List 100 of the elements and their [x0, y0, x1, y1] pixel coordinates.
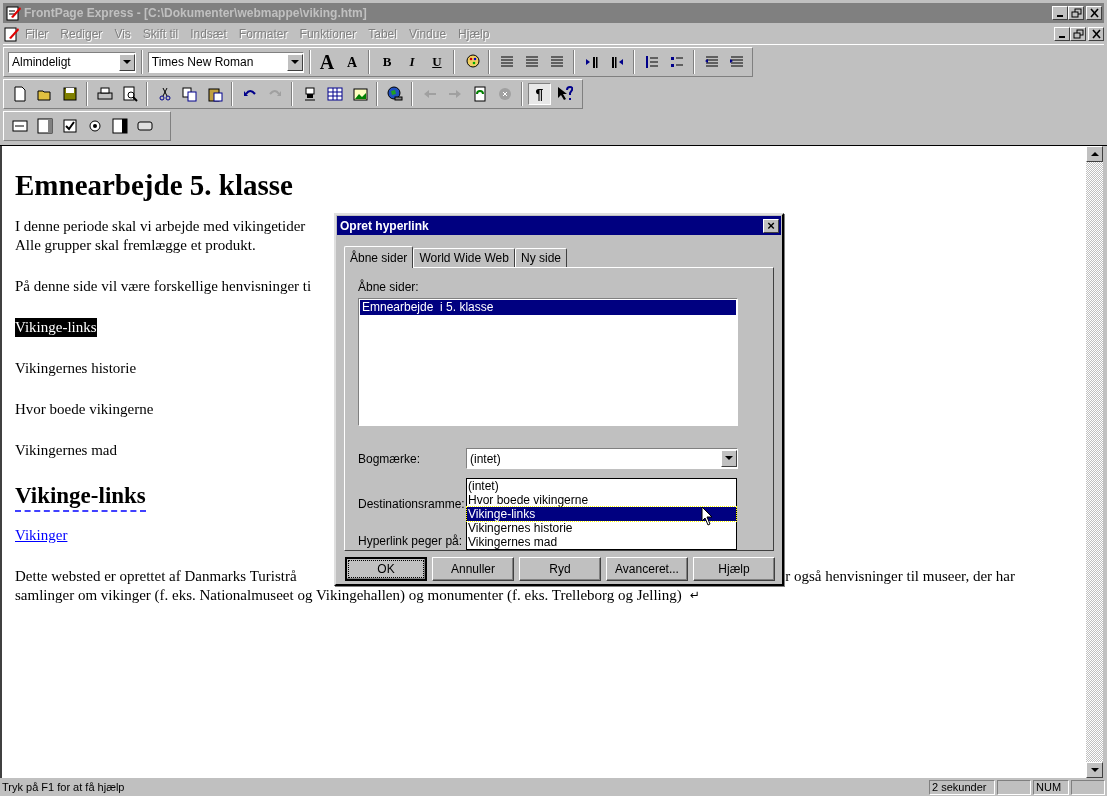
print-preview-icon — [121, 86, 138, 102]
paragraph-text: På denne side vil være forskellige henvisninger ti — [15, 277, 312, 296]
field-label: Bogmærke: — [358, 450, 422, 468]
paragraph-text: r også henvisninger til museer, der har — [785, 567, 1015, 586]
close-button[interactable] — [1088, 26, 1104, 41]
checkbox-icon — [61, 118, 78, 134]
restore-button[interactable] — [1070, 26, 1086, 41]
table-icon — [326, 86, 343, 102]
shrink-font-button[interactable]: A — [340, 51, 364, 73]
vertical-scrollbar[interactable] — [1086, 146, 1103, 778]
copy-icon — [181, 86, 198, 102]
dropdown-option[interactable]: Vikingernes historie — [467, 521, 736, 535]
status-panel — [997, 779, 1031, 795]
page-heading: Emnearbejde 5. klasse — [15, 168, 293, 202]
bookmark-heading: Vikinge-links — [15, 482, 146, 512]
paragraph-text: Vikinge-links — [15, 318, 97, 337]
text-box-icon — [11, 118, 28, 134]
left-to-right-icon — [583, 54, 600, 70]
field-label: Åbne sider: — [358, 278, 420, 296]
palette-icon — [463, 54, 480, 70]
close-button[interactable]: × — [763, 218, 779, 233]
dialog-button[interactable]: OK — [345, 557, 427, 581]
close-icon — [1087, 7, 1101, 19]
dialog-tab[interactable]: Ny side — [514, 248, 567, 267]
paragraph-text: Vikingernes mad — [15, 441, 117, 460]
scrolling-text-box-icon — [36, 118, 53, 134]
minimize-button[interactable] — [1054, 26, 1070, 41]
minimize-icon — [1059, 35, 1065, 38]
new-page-icon — [11, 86, 28, 102]
status-panel: 2 sekunder — [929, 779, 995, 795]
formatting-marks-button[interactable]: ¶ — [528, 83, 551, 105]
bookmark-dropdown[interactable]: (intet) — [466, 448, 738, 469]
dropdown-arrow-icon — [290, 59, 299, 65]
bookmark-options-list[interactable]: (intet) Hvor boede vikingerne Vikinge-links Vikingernes historie Vikingernes mad — [466, 478, 737, 550]
bulleted-list-icon — [668, 54, 685, 70]
dropdown-arrow-icon — [122, 59, 131, 65]
paragraph-text: Hvor boede vikingerne — [15, 400, 154, 419]
restore-icon — [1069, 7, 1083, 19]
close-icon — [1089, 27, 1103, 40]
refresh-icon — [471, 86, 488, 102]
bold-button[interactable]: B — [375, 51, 399, 73]
restore-icon — [1071, 27, 1085, 40]
dialog-button[interactable]: Avanceret... — [606, 557, 688, 581]
style-dropdown[interactable]: Almindeligt — [8, 51, 136, 73]
dialog-tab[interactable]: World Wide Web — [413, 248, 515, 267]
scroll-up-arrow-icon — [1090, 151, 1099, 157]
globe-link-icon — [386, 86, 403, 102]
image-icon — [351, 86, 368, 102]
field-label: Hyperlink peger på: — [358, 533, 463, 547]
dialog-button[interactable]: Ryd — [519, 557, 601, 581]
italic-button[interactable]: I — [400, 51, 424, 73]
paragraph-text: Vikingernes historie — [15, 359, 137, 378]
clipboard-icon — [206, 86, 223, 102]
document-icon — [3, 25, 19, 42]
printer-icon — [96, 86, 113, 102]
dropdown-arrow-icon — [725, 456, 733, 461]
paragraph-text: I denne periode skal vi arbejde med vikingetider — [15, 217, 306, 236]
dropdown-option[interactable]: Hvor boede vikingerne — [467, 493, 736, 507]
status-panel: NUM — [1033, 779, 1069, 795]
combo-value: (intet) — [470, 450, 502, 468]
align-center-icon — [523, 54, 540, 70]
align-left-icon — [498, 54, 515, 70]
decrease-indent-icon — [703, 54, 720, 70]
stop-icon — [496, 86, 513, 102]
save-icon — [61, 86, 78, 102]
numbered-list-icon — [643, 54, 660, 70]
dialog-button[interactable]: Hjælp — [693, 557, 775, 581]
underline-button[interactable]: U — [425, 51, 449, 73]
scissors-icon — [156, 86, 173, 102]
help-pointer-icon — [556, 86, 573, 102]
dropdown-option[interactable]: Vikinge-links — [467, 507, 736, 521]
radio-button-icon — [86, 118, 103, 134]
list-item[interactable]: Emnearbejde i 5. klasse — [360, 300, 736, 315]
minimize-icon — [1057, 15, 1063, 17]
mouse-pointer-icon — [701, 506, 714, 526]
status-panel — [1071, 779, 1105, 795]
scroll-down-arrow-icon — [1090, 767, 1099, 773]
grow-font-button[interactable]: A — [315, 51, 339, 73]
hyperlink[interactable]: Vikinger — [15, 526, 68, 545]
app-icon — [5, 5, 21, 21]
paragraph-text: samlinger om vikinger (f. eks. Nationalmuseet og Vikingehallen) og monumenter (f. eks. Trelleborg og Jelling) — [15, 586, 682, 605]
font-dropdown[interactable]: Times New Roman — [147, 51, 304, 73]
restore-button[interactable] — [1068, 6, 1084, 20]
close-button[interactable] — [1086, 6, 1102, 20]
combo-value: Times New Roman — [151, 54, 255, 71]
dialog-tab[interactable]: Åbne sider — [344, 246, 414, 268]
field-label: Destinationsramme: — [358, 496, 465, 510]
window-title: FrontPage Express - [C:\Dokumenter\webmappe\viking.htm] — [24, 5, 368, 22]
minimize-button[interactable] — [1052, 6, 1068, 20]
increase-indent-icon — [728, 54, 745, 70]
paragraph-text: Alle grupper skal fremlægge et produkt. — [15, 236, 256, 255]
pages-list[interactable]: Emnearbejde i 5. klasse — [358, 298, 738, 426]
push-button-icon — [136, 118, 153, 134]
dropdown-option[interactable]: (intet) — [467, 479, 736, 493]
dialog-button[interactable]: Annuller — [432, 557, 514, 581]
combo-value: Almindeligt — [12, 54, 72, 71]
paragraph-mark: ↵ — [689, 587, 700, 604]
dropdown-menu-icon — [111, 118, 128, 134]
dropdown-option[interactable]: Vikingernes mad — [467, 535, 736, 549]
align-right-icon — [548, 54, 565, 70]
